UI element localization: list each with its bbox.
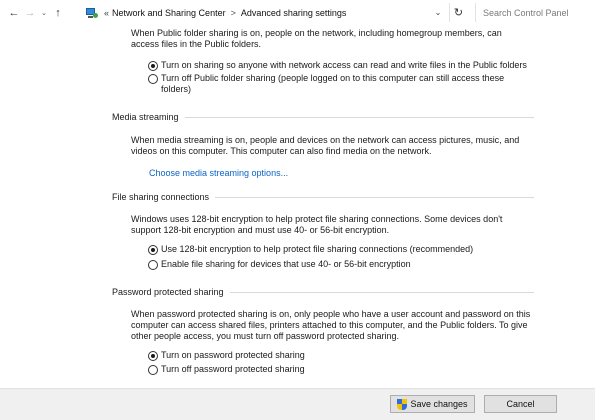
breadcrumb-advanced-sharing-settings[interactable]: Advanced sharing settings: [241, 8, 347, 18]
address-field[interactable]: « Network and Sharing Center > Advanced …: [84, 3, 469, 22]
option-label: Use 128-bit encryption to help protect f…: [161, 244, 474, 254]
radio-button[interactable]: [148, 351, 158, 361]
refresh-icon[interactable]: ↻: [449, 3, 467, 22]
save-button-label: Save changes: [410, 399, 468, 409]
encryption-40-56-option[interactable]: Enable file sharing for devices that use…: [148, 259, 548, 270]
dialog-footer: Save changes Cancel: [0, 388, 595, 420]
radio-button[interactable]: [148, 260, 158, 270]
recent-locations-chevron-icon[interactable]: ⌄: [38, 3, 50, 23]
radio-button[interactable]: [148, 245, 158, 255]
media-streaming-options-link[interactable]: Choose media streaming options...: [149, 168, 288, 178]
address-bar: ← → ⌄ ↑ « Network and Sharing Center > A…: [0, 0, 595, 26]
radio-button[interactable]: [148, 74, 158, 84]
uac-shield-icon: [397, 398, 408, 410]
search-placeholder: Search Control Panel: [483, 7, 569, 18]
public-sharing-off-option[interactable]: Turn off Public folder sharing (people l…: [148, 73, 533, 95]
file-sharing-description: Windows uses 128-bit encryption to help …: [131, 214, 503, 235]
option-label: Turn on password protected sharing: [161, 350, 305, 360]
section-title: File sharing connections: [112, 192, 210, 202]
radio-button[interactable]: [148, 365, 158, 375]
back-arrow-icon[interactable]: ←: [6, 3, 22, 23]
encryption-128-option[interactable]: Use 128-bit encryption to help protect f…: [148, 244, 548, 255]
file-sharing-section-header: File sharing connections: [112, 192, 534, 202]
up-arrow-icon[interactable]: ↑: [50, 3, 66, 23]
password-sharing-on-option[interactable]: Turn on password protected sharing: [148, 350, 448, 361]
breadcrumb-network-and-sharing-center[interactable]: Network and Sharing Center: [112, 8, 226, 18]
section-title: Password protected sharing: [112, 287, 224, 297]
option-label: Turn on sharing so anyone with network a…: [161, 60, 527, 70]
section-title: Media streaming: [112, 112, 179, 122]
password-sharing-section-header: Password protected sharing: [112, 287, 534, 297]
password-sharing-off-option[interactable]: Turn off password protected sharing: [148, 364, 448, 375]
forward-arrow-icon[interactable]: →: [22, 3, 38, 23]
option-label: Turn off password protected sharing: [161, 364, 305, 374]
breadcrumb-overflow[interactable]: «: [104, 8, 109, 18]
public-folder-description: When Public folder sharing is on, people…: [131, 28, 502, 49]
settings-content: When Public folder sharing is on, people…: [0, 26, 595, 388]
public-sharing-on-option[interactable]: Turn on sharing so anyone with network a…: [148, 60, 538, 71]
search-input[interactable]: Search Control Panel: [475, 3, 591, 22]
network-icon: [84, 6, 98, 20]
address-dropdown-chevron-icon[interactable]: ⌄: [431, 3, 445, 22]
cancel-button-label: Cancel: [506, 399, 535, 409]
divider: [229, 291, 534, 293]
breadcrumb-separator[interactable]: >: [231, 8, 236, 18]
password-sharing-description: When password protected sharing is on, o…: [131, 309, 531, 341]
media-streaming-section-header: Media streaming: [112, 112, 534, 122]
divider: [184, 116, 534, 118]
option-label: Turn off Public folder sharing (people l…: [161, 73, 505, 94]
save-changes-button[interactable]: Save changes: [390, 395, 475, 413]
media-streaming-description: When media streaming is on, people and d…: [131, 135, 520, 156]
radio-button[interactable]: [148, 61, 158, 71]
cancel-button[interactable]: Cancel: [484, 395, 557, 413]
option-label: Enable file sharing for devices that use…: [161, 259, 411, 269]
divider: [215, 196, 534, 198]
